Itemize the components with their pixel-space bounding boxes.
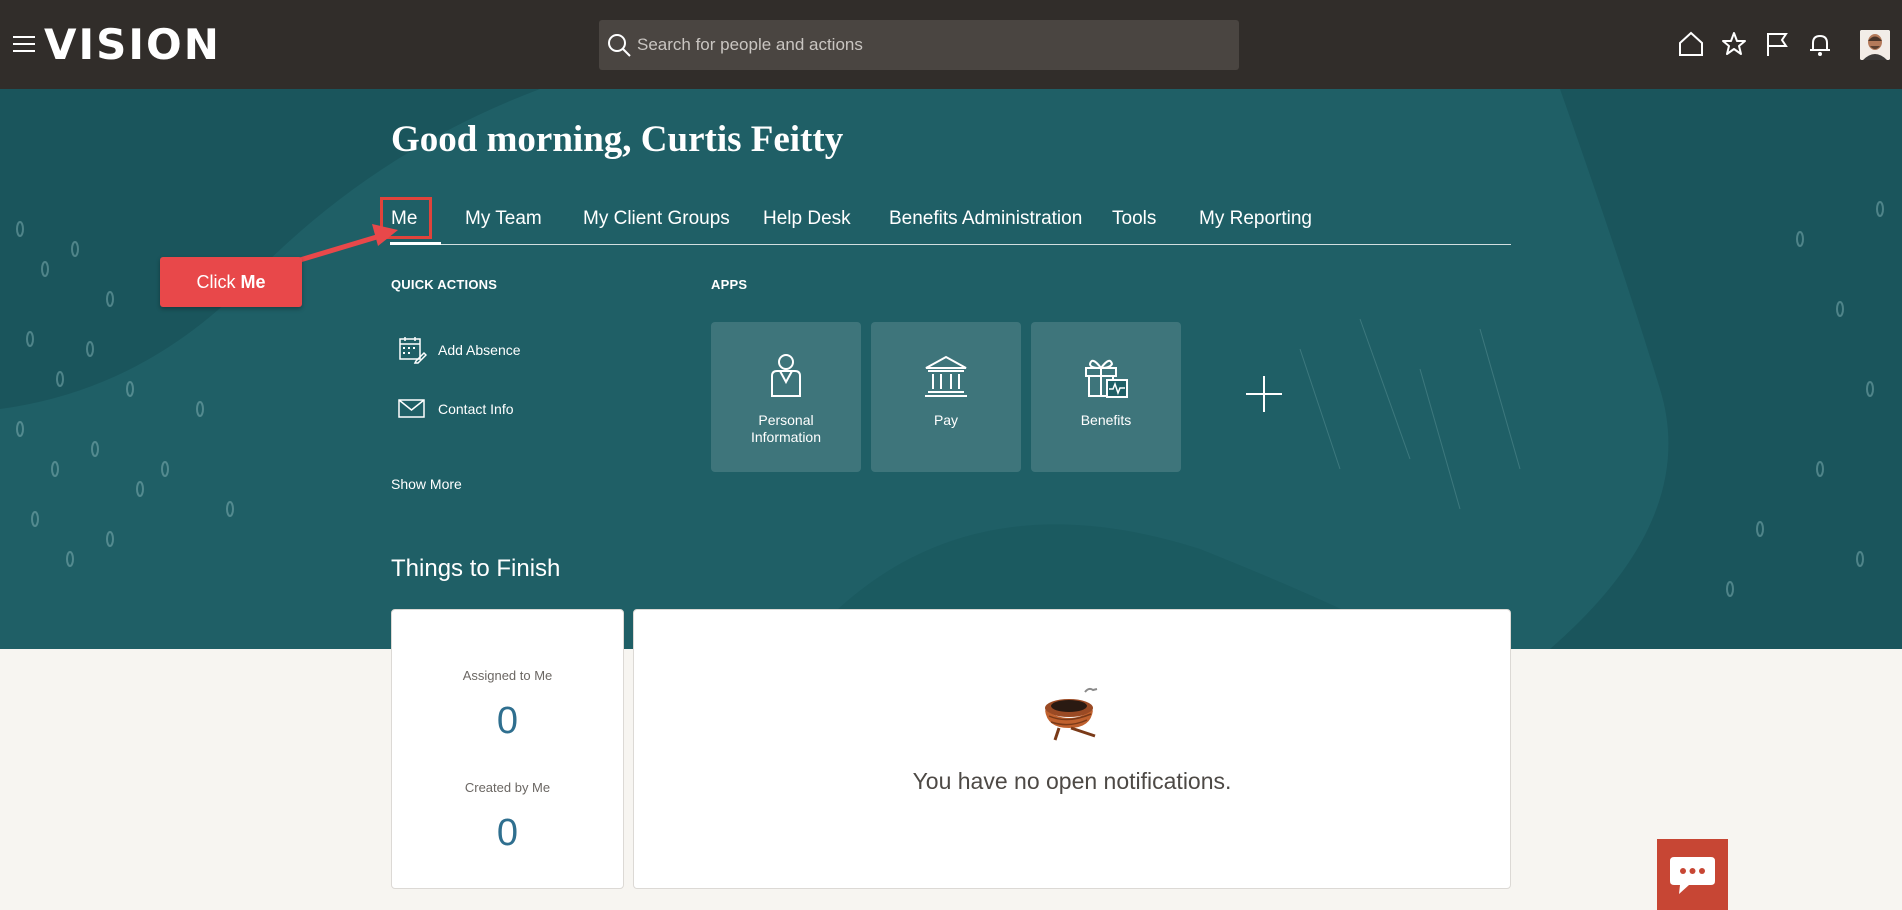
instruction-callout: Click Me (160, 257, 302, 307)
app-tile-label: Personal Information (750, 412, 822, 445)
search-input[interactable] (637, 20, 1227, 70)
quick-actions-heading: QUICK ACTIONS (391, 277, 498, 292)
app-tile-personal-information[interactable]: Personal Information (711, 322, 861, 472)
apps-heading: APPS (711, 277, 748, 292)
notifications-card: You have no open notifications. (633, 609, 1511, 889)
bell-icon[interactable] (1806, 30, 1834, 58)
chat-button[interactable] (1657, 839, 1728, 910)
home-icon[interactable] (1677, 30, 1705, 58)
assigned-to-me-count[interactable]: 0 (392, 700, 623, 743)
empty-notifications-message: You have no open notifications. (912, 768, 1232, 794)
tab-bar: Me My Team My Client Groups Help Desk Be… (389, 205, 1511, 245)
app-logo[interactable]: VISION (44, 20, 221, 69)
search-bar[interactable] (599, 20, 1239, 70)
tab-my-reporting[interactable]: My Reporting (1199, 208, 1312, 230)
chat-icon (1670, 857, 1715, 894)
tab-highlight-box (380, 197, 432, 239)
tab-tools[interactable]: Tools (1112, 208, 1156, 230)
bank-icon (925, 355, 967, 397)
created-by-me-label: Created by Me (464, 780, 551, 795)
tab-my-team[interactable]: My Team (465, 208, 542, 230)
tab-help-desk[interactable]: Help Desk (763, 208, 851, 230)
person-icon (771, 354, 801, 397)
quick-action-label: Add Absence (438, 342, 521, 358)
app-tile-pay[interactable]: Pay (871, 322, 1021, 472)
created-by-me-count[interactable]: 0 (392, 812, 623, 855)
tab-benefits-administration[interactable]: Benefits Administration (889, 208, 1082, 230)
tab-my-client-groups[interactable]: My Client Groups (583, 208, 730, 230)
flag-icon[interactable] (1763, 30, 1791, 58)
gift-icon (1085, 359, 1128, 398)
top-bar: VISION (0, 0, 1902, 89)
things-to-finish-heading: Things to Finish (391, 555, 561, 582)
show-more-link[interactable]: Show More (391, 476, 462, 492)
greeting-heading: Good morning, Curtis Feitty (391, 119, 844, 160)
avatar[interactable] (1860, 30, 1890, 60)
empty-nest-icon (1045, 687, 1098, 741)
menu-icon[interactable] (13, 36, 35, 54)
app-tile-benefits[interactable]: Benefits (1031, 322, 1181, 472)
add-app-icon[interactable] (1242, 372, 1286, 416)
hero-banner: Good morning, Curtis Feitty Me My Team M… (0, 89, 1902, 649)
callout-prefix: Click (196, 272, 241, 292)
envelope-icon (398, 399, 425, 418)
callout-target: Me (240, 272, 266, 292)
star-icon[interactable] (1720, 30, 1748, 58)
app-tile-label: Benefits (1080, 412, 1132, 428)
task-counts-card: Assigned to Me 0 Created by Me 0 (391, 609, 624, 889)
assigned-to-me-label: Assigned to Me (462, 668, 553, 683)
quick-action-label: Contact Info (438, 401, 514, 417)
search-icon (608, 34, 631, 57)
calendar-edit-icon (399, 337, 427, 364)
app-tile-label: Pay (933, 412, 959, 428)
